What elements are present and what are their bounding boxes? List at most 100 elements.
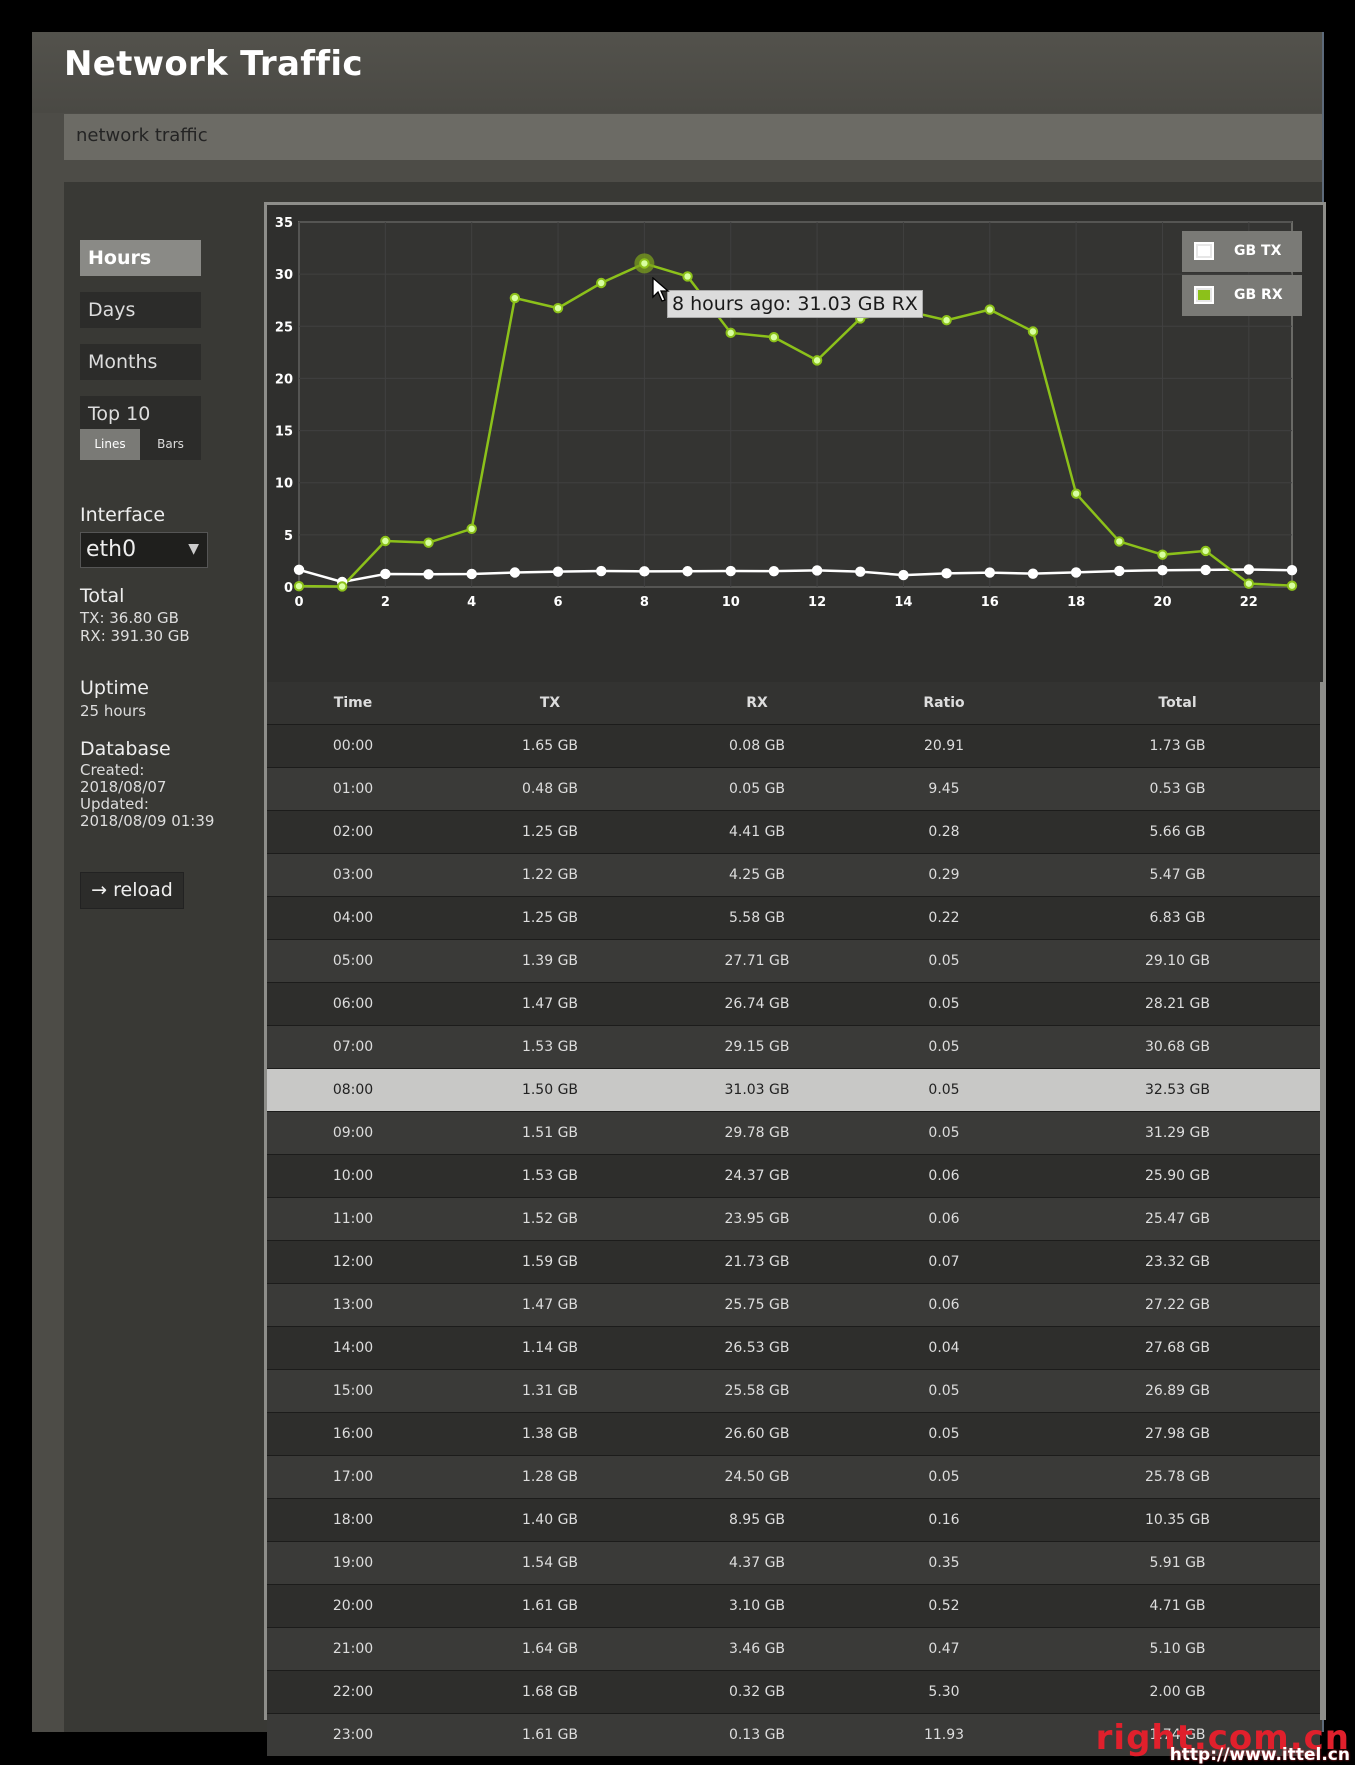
cell-time: 12:00 (267, 1240, 439, 1284)
table-row[interactable]: 12:00 1.59 GB 21.73 GB 0.07 23.32 GB (267, 1240, 1320, 1284)
data-point-rx (293, 580, 305, 592)
cell-rx: 8.95 GB (661, 1498, 853, 1542)
table-row[interactable]: 03:00 1.22 GB 4.25 GB 0.29 5.47 GB (267, 853, 1320, 897)
col-header-total[interactable]: Total (1035, 682, 1320, 725)
cell-total: 25.78 GB (1035, 1455, 1320, 1499)
table-row[interactable]: 16:00 1.38 GB 26.60 GB 0.05 27.98 GB (267, 1412, 1320, 1456)
cell-time: 18:00 (267, 1498, 439, 1542)
data-point-rx (1200, 545, 1211, 557)
nav-hours-button[interactable]: Hours (80, 240, 201, 276)
cell-rx: 0.08 GB (661, 724, 853, 768)
nav-top10-button[interactable]: Top 10 (80, 396, 201, 432)
cell-total: 28.21 GB (1035, 982, 1320, 1026)
data-point-tx (1200, 564, 1211, 576)
cell-ratio: 0.06 (853, 1154, 1035, 1198)
table-row[interactable]: 00:00 1.65 GB 0.08 GB 20.91 1.73 GB (267, 724, 1320, 768)
data-point-tx (941, 568, 952, 579)
legend-label-tx: GB TX (1234, 243, 1282, 259)
cell-rx: 31.03 GB (661, 1068, 853, 1112)
data-point-tx (725, 565, 736, 577)
table-row[interactable]: 17:00 1.28 GB 24.50 GB 0.05 25.78 GB (267, 1455, 1320, 1499)
cell-total: 5.91 GB (1035, 1541, 1320, 1585)
cell-ratio: 0.05 (853, 1412, 1035, 1456)
cell-rx: 27.71 GB (661, 939, 853, 983)
cell-ratio: 0.04 (853, 1326, 1035, 1370)
traffic-chart: 0 5 10 15 20 25 30 35 0 2 4 6 8 10 12 14 16 18 20 22 GB TX … (267, 205, 1323, 682)
table-row[interactable]: 01:00 0.48 GB 0.05 GB 9.45 0.53 GB (267, 767, 1320, 811)
table-row[interactable]: 06:00 1.47 GB 26.74 GB 0.05 28.21 GB (267, 982, 1320, 1026)
table-row[interactable]: 09:00 1.51 GB 29.78 GB 0.05 31.29 GB (267, 1111, 1320, 1155)
cell-ratio: 0.05 (853, 1455, 1035, 1499)
data-point-rx (682, 271, 693, 282)
table-row[interactable]: 20:00 1.61 GB 3.10 GB 0.52 4.71 GB (267, 1584, 1320, 1628)
cell-tx: 1.38 GB (439, 1412, 661, 1456)
cell-total: 5.66 GB (1035, 810, 1320, 854)
table-row[interactable]: 15:00 1.31 GB 25.58 GB 0.05 26.89 GB (267, 1369, 1320, 1413)
cell-total: 30.68 GB (1035, 1025, 1320, 1069)
col-header-rx[interactable]: RX (661, 682, 853, 725)
cell-ratio: 5.30 (853, 1670, 1035, 1714)
table-row[interactable]: 18:00 1.40 GB 8.95 GB 0.16 10.35 GB (267, 1498, 1320, 1542)
cell-ratio: 0.05 (853, 982, 1035, 1026)
interface-select[interactable]: eth0 ▼ (80, 532, 208, 568)
table-row[interactable]: 07:00 1.53 GB 29.15 GB 0.05 30.68 GB (267, 1025, 1320, 1069)
cell-rx: 21.73 GB (661, 1240, 853, 1284)
table-body: 00:00 1.65 GB 0.08 GB 20.91 1.73 GB 01:00 0.48… (267, 724, 1320, 1756)
table-row[interactable]: 08:00 1.50 GB 31.03 GB 0.05 32.53 GB (267, 1068, 1320, 1112)
cell-ratio: 11.93 (853, 1713, 1035, 1756)
cell-ratio: 0.05 (853, 939, 1035, 983)
cell-tx: 1.50 GB (439, 1068, 661, 1112)
cell-rx: 26.74 GB (661, 982, 853, 1026)
cell-tx: 1.25 GB (439, 896, 661, 940)
data-point-tx (811, 565, 823, 576)
cell-total: 27.68 GB (1035, 1326, 1320, 1370)
toggle-lines-button[interactable]: Lines (80, 429, 140, 460)
cell-time: 14:00 (267, 1326, 439, 1370)
table-row[interactable]: 04:00 1.25 GB 5.58 GB 0.22 6.83 GB (267, 896, 1320, 940)
nav-months-button[interactable]: Months (80, 344, 201, 380)
cell-time: 23:00 (267, 1713, 439, 1756)
data-point-tx (1286, 565, 1298, 576)
data-point-rx (1027, 326, 1039, 337)
total-tx-value: TX: 36.80 GB (80, 609, 179, 627)
mouse-cursor-icon (652, 277, 670, 302)
legend-item-rx[interactable]: GB RX (1182, 275, 1302, 316)
col-header-ratio[interactable]: Ratio (853, 682, 1035, 725)
chevron-down-icon: ▼ (188, 541, 199, 557)
x-tick-label: 2 (381, 595, 390, 610)
cell-total: 6.83 GB (1035, 896, 1320, 940)
table-row[interactable]: 02:00 1.25 GB 4.41 GB 0.28 5.66 GB (267, 810, 1320, 854)
nav-days-button[interactable]: Days (80, 292, 201, 328)
table-row[interactable]: 22:00 1.68 GB 0.32 GB 5.30 2.00 GB (267, 1670, 1320, 1714)
cell-ratio: 0.35 (853, 1541, 1035, 1585)
table-row[interactable]: 10:00 1.53 GB 24.37 GB 0.06 25.90 GB (267, 1154, 1320, 1198)
data-point-tx (596, 565, 607, 577)
toggle-bars-button[interactable]: Bars (140, 429, 201, 460)
legend-swatch-tx (1194, 242, 1214, 260)
table-row[interactable]: 05:00 1.39 GB 27.71 GB 0.05 29.10 GB (267, 939, 1320, 983)
col-header-time[interactable]: Time (267, 682, 439, 725)
table-row[interactable]: 11:00 1.52 GB 23.95 GB 0.06 25.47 GB (267, 1197, 1320, 1241)
table-row[interactable]: 14:00 1.14 GB 26.53 GB 0.04 27.68 GB (267, 1326, 1320, 1370)
data-point-tx (423, 569, 434, 580)
database-label: Database (80, 738, 171, 760)
cell-total: 29.10 GB (1035, 939, 1320, 983)
cell-rx: 3.46 GB (661, 1627, 853, 1671)
uptime-value: 25 hours (80, 702, 147, 720)
updated-label: Updated: (80, 795, 149, 813)
cell-time: 00:00 (267, 724, 439, 768)
table-row[interactable]: 19:00 1.54 GB 4.37 GB 0.35 5.91 GB (267, 1541, 1320, 1585)
data-point-rx (596, 277, 607, 289)
legend-item-tx[interactable]: GB TX (1182, 231, 1302, 272)
cell-ratio: 0.05 (853, 1111, 1035, 1155)
cell-total: 23.32 GB (1035, 1240, 1320, 1284)
cell-time: 06:00 (267, 982, 439, 1026)
cell-tx: 1.53 GB (439, 1025, 661, 1069)
table-row[interactable]: 13:00 1.47 GB 25.75 GB 0.06 27.22 GB (267, 1283, 1320, 1327)
data-point-rx (768, 332, 780, 343)
col-header-tx[interactable]: TX (439, 682, 661, 725)
table-row[interactable]: 21:00 1.64 GB 3.46 GB 0.47 5.10 GB (267, 1627, 1320, 1671)
page-title: Network Traffic (64, 44, 363, 84)
reload-button[interactable]: → reload (80, 872, 184, 909)
cell-time: 22:00 (267, 1670, 439, 1714)
